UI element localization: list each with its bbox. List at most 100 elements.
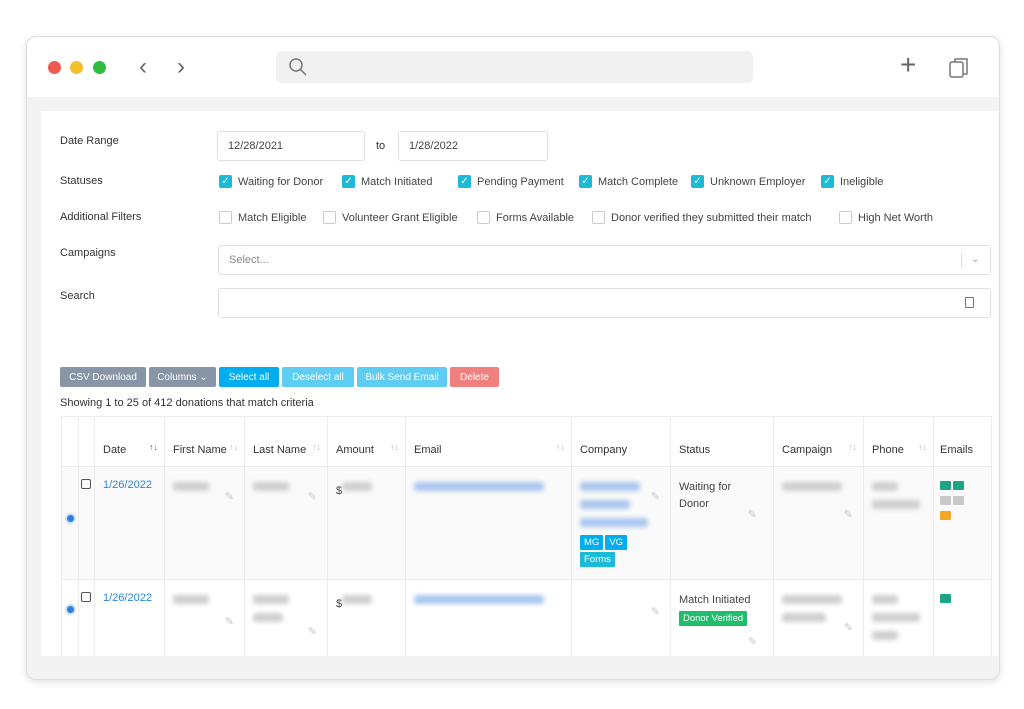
filter-checkbox-3[interactable]: Donor verified they submitted their matc…: [592, 211, 812, 224]
header-email[interactable]: Email ↑↓: [405, 416, 572, 467]
tabs-icon[interactable]: [948, 56, 970, 80]
date-link[interactable]: 1/26/2022: [103, 479, 152, 491]
status-checkbox-5[interactable]: ✓ Ineligible: [821, 175, 883, 188]
edit-pencil-icon[interactable]: ✎: [308, 625, 317, 638]
columns-button[interactable]: Columns ⌄: [149, 367, 216, 387]
email-opened-green-icon[interactable]: [953, 481, 964, 490]
redacted-value: [872, 613, 920, 622]
checkbox-icon[interactable]: ✓: [579, 175, 592, 188]
redacted-value: [253, 482, 289, 491]
row-expand-dot[interactable]: [65, 604, 76, 615]
row-checkbox[interactable]: [81, 479, 91, 489]
table-row[interactable]: 1/26/2022 ✎ ✎ $ MG VGForms ✎ Waiting for D…: [61, 466, 992, 580]
redacted-value: [580, 518, 648, 527]
edit-pencil-icon[interactable]: ✎: [308, 490, 317, 503]
status-text: Match Initiated: [679, 594, 751, 606]
minimize-dot[interactable]: [70, 61, 83, 74]
email-orange-icon[interactable]: [940, 511, 951, 520]
checkbox-icon[interactable]: ✓: [342, 175, 355, 188]
tag-mg: MG: [580, 535, 604, 550]
checkbox-icon[interactable]: [323, 211, 336, 224]
edit-pencil-icon[interactable]: ✎: [748, 635, 757, 648]
checkbox-icon[interactable]: ✓: [691, 175, 704, 188]
checkbox-icon[interactable]: [219, 211, 232, 224]
header-amount[interactable]: Amount ↑↓: [327, 416, 406, 467]
edit-pencil-icon[interactable]: ✎: [225, 490, 234, 503]
results-summary: Showing 1 to 25 of 412 donations that ma…: [60, 397, 314, 409]
status-text: Waiting for Donor: [679, 481, 732, 510]
close-dot[interactable]: [48, 61, 61, 74]
checkbox-label: Forms Available: [496, 211, 575, 224]
checkbox-label: Match Initiated: [361, 175, 433, 188]
checkbox-icon[interactable]: ✓: [219, 175, 232, 188]
filter-checkbox-1[interactable]: Volunteer Grant Eligible: [323, 211, 458, 224]
row-checkbox[interactable]: [81, 592, 91, 602]
checkbox-icon[interactable]: [839, 211, 852, 224]
deselect-all-button[interactable]: Deselect all: [282, 367, 354, 387]
redacted-value: [872, 595, 898, 604]
date-to-input[interactable]: 1/28/2022: [398, 131, 548, 161]
redacted-value: [173, 595, 209, 604]
redacted-value: [414, 482, 544, 491]
clipboard-icon[interactable]: [965, 297, 974, 308]
table-row[interactable]: 1/26/2022 ✎ ✎ $ ✎ Match Initiated Donor V…: [61, 579, 992, 656]
new-tab-icon[interactable]: +: [900, 49, 916, 81]
status-checkbox-2[interactable]: ✓ Pending Payment: [458, 175, 564, 188]
filter-checkbox-0[interactable]: Match Eligible: [219, 211, 306, 224]
filter-checkbox-4[interactable]: High Net Worth: [839, 211, 933, 224]
date-link[interactable]: 1/26/2022: [103, 592, 152, 604]
address-bar[interactable]: [276, 51, 753, 83]
forward-icon[interactable]: ›: [177, 53, 185, 81]
select-all-button[interactable]: Select all: [219, 367, 279, 387]
maximize-dot[interactable]: [93, 61, 106, 74]
checkbox-icon[interactable]: ✓: [821, 175, 834, 188]
header-campaign[interactable]: Campaign ↑↓: [773, 416, 864, 467]
redacted-value: [872, 631, 898, 640]
header-phone[interactable]: Phone ↑↓: [863, 416, 934, 467]
csv-download-button[interactable]: CSV Download: [60, 367, 146, 387]
checkbox-icon[interactable]: [477, 211, 490, 224]
edit-pencil-icon[interactable]: ✎: [844, 508, 853, 521]
edit-pencil-icon[interactable]: ✎: [651, 490, 660, 503]
status-checkbox-0[interactable]: ✓ Waiting for Donor: [219, 175, 323, 188]
redacted-value: [782, 482, 842, 491]
edit-pencil-icon[interactable]: ✎: [844, 621, 853, 634]
header-last-name[interactable]: Last Name ↑↓: [244, 416, 328, 467]
delete-button[interactable]: Delete: [450, 367, 499, 387]
redacted-value: [782, 595, 842, 604]
redacted-value: [580, 500, 630, 509]
donations-page: Date Range 12/28/2021 to 1/28/2022 Statu…: [41, 111, 999, 656]
email-gray-icon[interactable]: [940, 496, 951, 505]
email-opened-green-icon[interactable]: [940, 481, 951, 490]
redacted-value: [342, 482, 373, 491]
campaigns-placeholder: Select...: [229, 254, 269, 266]
row-expand-dot[interactable]: [65, 513, 76, 524]
status-checkbox-4[interactable]: ✓ Unknown Employer: [691, 175, 805, 188]
date-range-label: Date Range: [60, 135, 119, 147]
search-input[interactable]: [218, 288, 991, 318]
email-opened-green-icon[interactable]: [940, 594, 951, 603]
redacted-value: [253, 595, 289, 604]
edit-pencil-icon[interactable]: ✎: [225, 615, 234, 628]
checkbox-icon[interactable]: [592, 211, 605, 224]
edit-pencil-icon[interactable]: ✎: [651, 605, 660, 618]
checkbox-label: Match Complete: [598, 175, 679, 188]
status-checkbox-3[interactable]: ✓ Match Complete: [579, 175, 678, 188]
redacted-value: [782, 613, 826, 622]
bulk-send-email-button[interactable]: Bulk Send Email: [357, 367, 447, 387]
checkbox-icon[interactable]: ✓: [458, 175, 471, 188]
checkbox-label: Ineligible: [840, 175, 884, 188]
edit-pencil-icon[interactable]: ✎: [748, 508, 757, 521]
redacted-value: [173, 482, 209, 491]
header-date[interactable]: Date ↑↓: [94, 416, 165, 467]
chevron-down-icon[interactable]: ⌄: [971, 252, 980, 265]
email-gray-icon[interactable]: [953, 496, 964, 505]
checkbox-label: Match Eligible: [238, 211, 307, 224]
header-first-name[interactable]: First Name ↑↓: [164, 416, 245, 467]
campaigns-select[interactable]: Select... ⌄: [218, 245, 991, 275]
filter-checkbox-2[interactable]: Forms Available: [477, 211, 574, 224]
back-icon[interactable]: ‹: [139, 53, 147, 81]
redacted-value: [872, 500, 920, 509]
status-checkbox-1[interactable]: ✓ Match Initiated: [342, 175, 433, 188]
date-from-input[interactable]: 12/28/2021: [217, 131, 365, 161]
